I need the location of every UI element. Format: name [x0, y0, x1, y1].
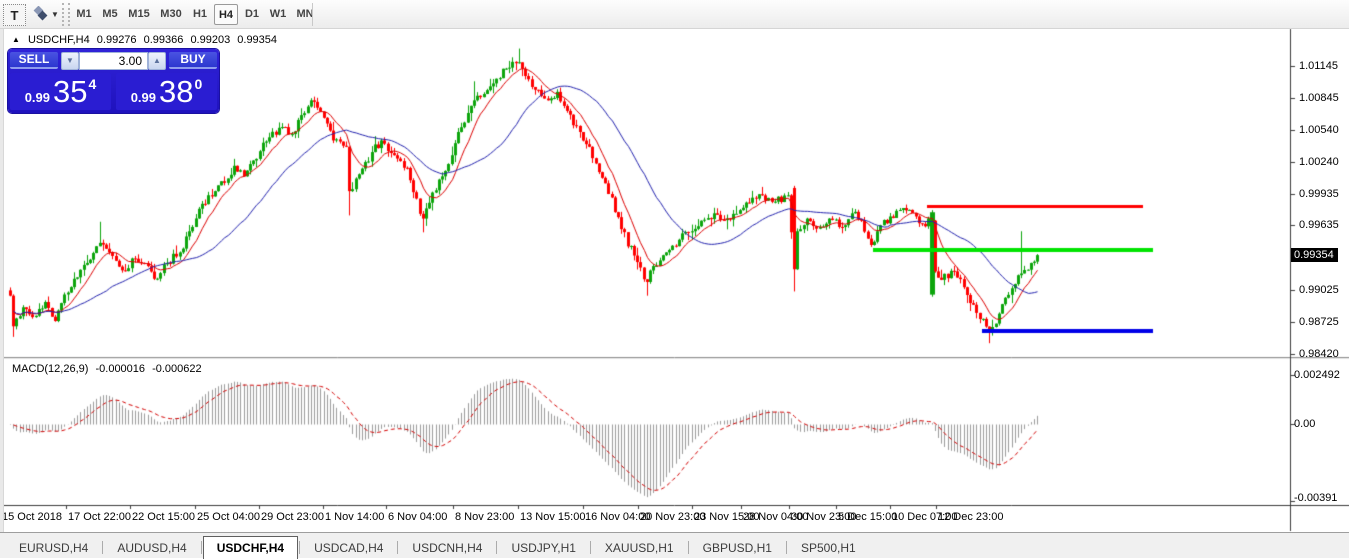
bar-high: 0.99366	[144, 34, 184, 46]
arrange-objects-icon	[31, 6, 49, 22]
time-tick-label: 17 Oct 22:00	[68, 511, 131, 523]
chart-title: ▲ USDCHF,H4 0.99276 0.99366 0.99203 0.99…	[12, 34, 281, 46]
objects-tool-button[interactable]	[30, 5, 50, 23]
one-click-trading-panel: SELL ▼ 3.00 ▲ BUY 0.99 35 4 0.99 38 0	[8, 49, 219, 113]
tab-usdcnh-h4[interactable]: USDCNH,H4	[399, 538, 495, 558]
timeframe-button-M30[interactable]: M30	[156, 4, 186, 25]
buy-price-prefix: 0.99	[131, 90, 156, 105]
macd-main-value: -0.000016	[95, 363, 145, 375]
time-tick-label: 25 Oct 04:00	[197, 511, 260, 523]
time-tick-label: 5 Dec 15:00	[838, 511, 897, 523]
timeframe-button-M1[interactable]: M1	[72, 4, 96, 25]
volume-increase-button[interactable]: ▲	[148, 52, 166, 70]
time-tick-label: 8 Nov 23:00	[455, 511, 514, 523]
volume-decrease-button[interactable]: ▼	[61, 52, 79, 70]
timeframe-button-D1[interactable]: D1	[240, 4, 264, 25]
tab-usdchf-h4[interactable]: USDCHF,H4	[203, 536, 298, 559]
tab-sp500-h1[interactable]: SP500,H1	[788, 538, 869, 558]
sell-button[interactable]: SELL	[10, 52, 58, 69]
tab-divider	[786, 541, 787, 554]
tab-divider	[397, 541, 398, 554]
toolbar-drag-handle[interactable]	[62, 3, 70, 26]
chart-tab-bar: EURUSD,H4AUDUSD,H4USDCHF,H4USDCAD,H4USDC…	[0, 532, 1349, 558]
bar-low: 0.99203	[190, 34, 230, 46]
buy-price-pips: 38	[159, 74, 193, 110]
tab-divider	[102, 541, 103, 554]
chevron-down-icon[interactable]: ▼	[51, 10, 59, 19]
tab-divider	[688, 541, 689, 554]
time-tick-label: 12 Dec 23:00	[938, 511, 1003, 523]
macd-indicator-label: MACD(12,26,9) -0.000016 -0.000622	[12, 363, 206, 375]
current-price-badge: 0.99354	[1291, 248, 1338, 262]
tab-usdjpy-h1[interactable]: USDJPY,H1	[498, 538, 588, 558]
buy-button[interactable]: BUY	[169, 52, 217, 69]
bar-open: 0.99276	[97, 34, 137, 46]
timeframe-button-H4[interactable]: H4	[214, 4, 238, 25]
sell-price[interactable]: 0.99 35 4	[10, 73, 111, 110]
bar-close: 0.99354	[237, 34, 277, 46]
macd-name: MACD(12,26,9)	[12, 363, 88, 375]
price-tick-label: 0.98725	[1299, 316, 1339, 328]
price-tick-label: 1.00845	[1299, 92, 1339, 104]
text-tool-button[interactable]: T	[3, 4, 26, 26]
price-tick-label: 0.98420	[1299, 348, 1339, 360]
tab-audusd-h4[interactable]: AUDUSD,H4	[104, 538, 199, 558]
tab-divider	[590, 541, 591, 554]
tab-usdcad-h4[interactable]: USDCAD,H4	[301, 538, 396, 558]
tab-xauusd-h1[interactable]: XAUUSD,H1	[592, 538, 687, 558]
macd-tick-label: 0.002492	[1294, 369, 1340, 381]
volume-input[interactable]: 3.00	[79, 52, 148, 70]
macd-signal-value: -0.000622	[152, 363, 202, 375]
price-tick-label: 0.99635	[1299, 219, 1339, 231]
time-tick-label: 6 Nov 04:00	[388, 511, 447, 523]
macd-tick-label: -0.00391	[1294, 492, 1337, 504]
tab-divider	[299, 541, 300, 554]
price-tick-label: 0.99025	[1299, 284, 1339, 296]
time-tick-label: 22 Oct 15:00	[132, 511, 195, 523]
timeframe-button-H1[interactable]: H1	[188, 4, 212, 25]
time-tick-label: 15 Oct 2018	[2, 511, 62, 523]
buy-price-point: 0	[195, 76, 203, 92]
tab-eurusd-h4[interactable]: EURUSD,H4	[6, 538, 101, 558]
timeframe-button-M5[interactable]: M5	[98, 4, 122, 25]
chart-symbol-timeframe: USDCHF,H4	[28, 34, 90, 46]
price-tick-label: 0.99935	[1299, 188, 1339, 200]
time-tick-label: 29 Oct 23:00	[261, 511, 324, 523]
sell-price-point: 4	[89, 76, 97, 92]
buy-price[interactable]: 0.99 38 0	[116, 73, 217, 110]
time-tick-label: 1 Nov 14:00	[325, 511, 384, 523]
tab-divider	[201, 541, 202, 554]
time-tick-label: 13 Nov 15:00	[520, 511, 585, 523]
window-left-edge	[0, 29, 4, 532]
timeframe-button-MN[interactable]: MN	[292, 4, 318, 25]
collapse-panel-icon[interactable]: ▲	[12, 35, 20, 44]
tab-divider	[496, 541, 497, 554]
toolbar-separator	[312, 3, 313, 26]
price-tick-label: 1.00540	[1299, 124, 1339, 136]
tab-gbpusd-h1[interactable]: GBPUSD,H1	[690, 538, 785, 558]
macd-tick-label: 0.00	[1294, 418, 1315, 430]
price-tick-label: 1.01145	[1299, 60, 1338, 72]
sell-price-pips: 35	[53, 74, 87, 110]
timeframe-button-M15[interactable]: M15	[124, 4, 154, 25]
toolbar: T ▼ M1M5M15M30H1H4D1W1MN	[0, 0, 1349, 29]
sell-price-prefix: 0.99	[25, 90, 50, 105]
price-tick-label: 1.00240	[1299, 156, 1339, 168]
timeframe-button-W1[interactable]: W1	[266, 4, 290, 25]
